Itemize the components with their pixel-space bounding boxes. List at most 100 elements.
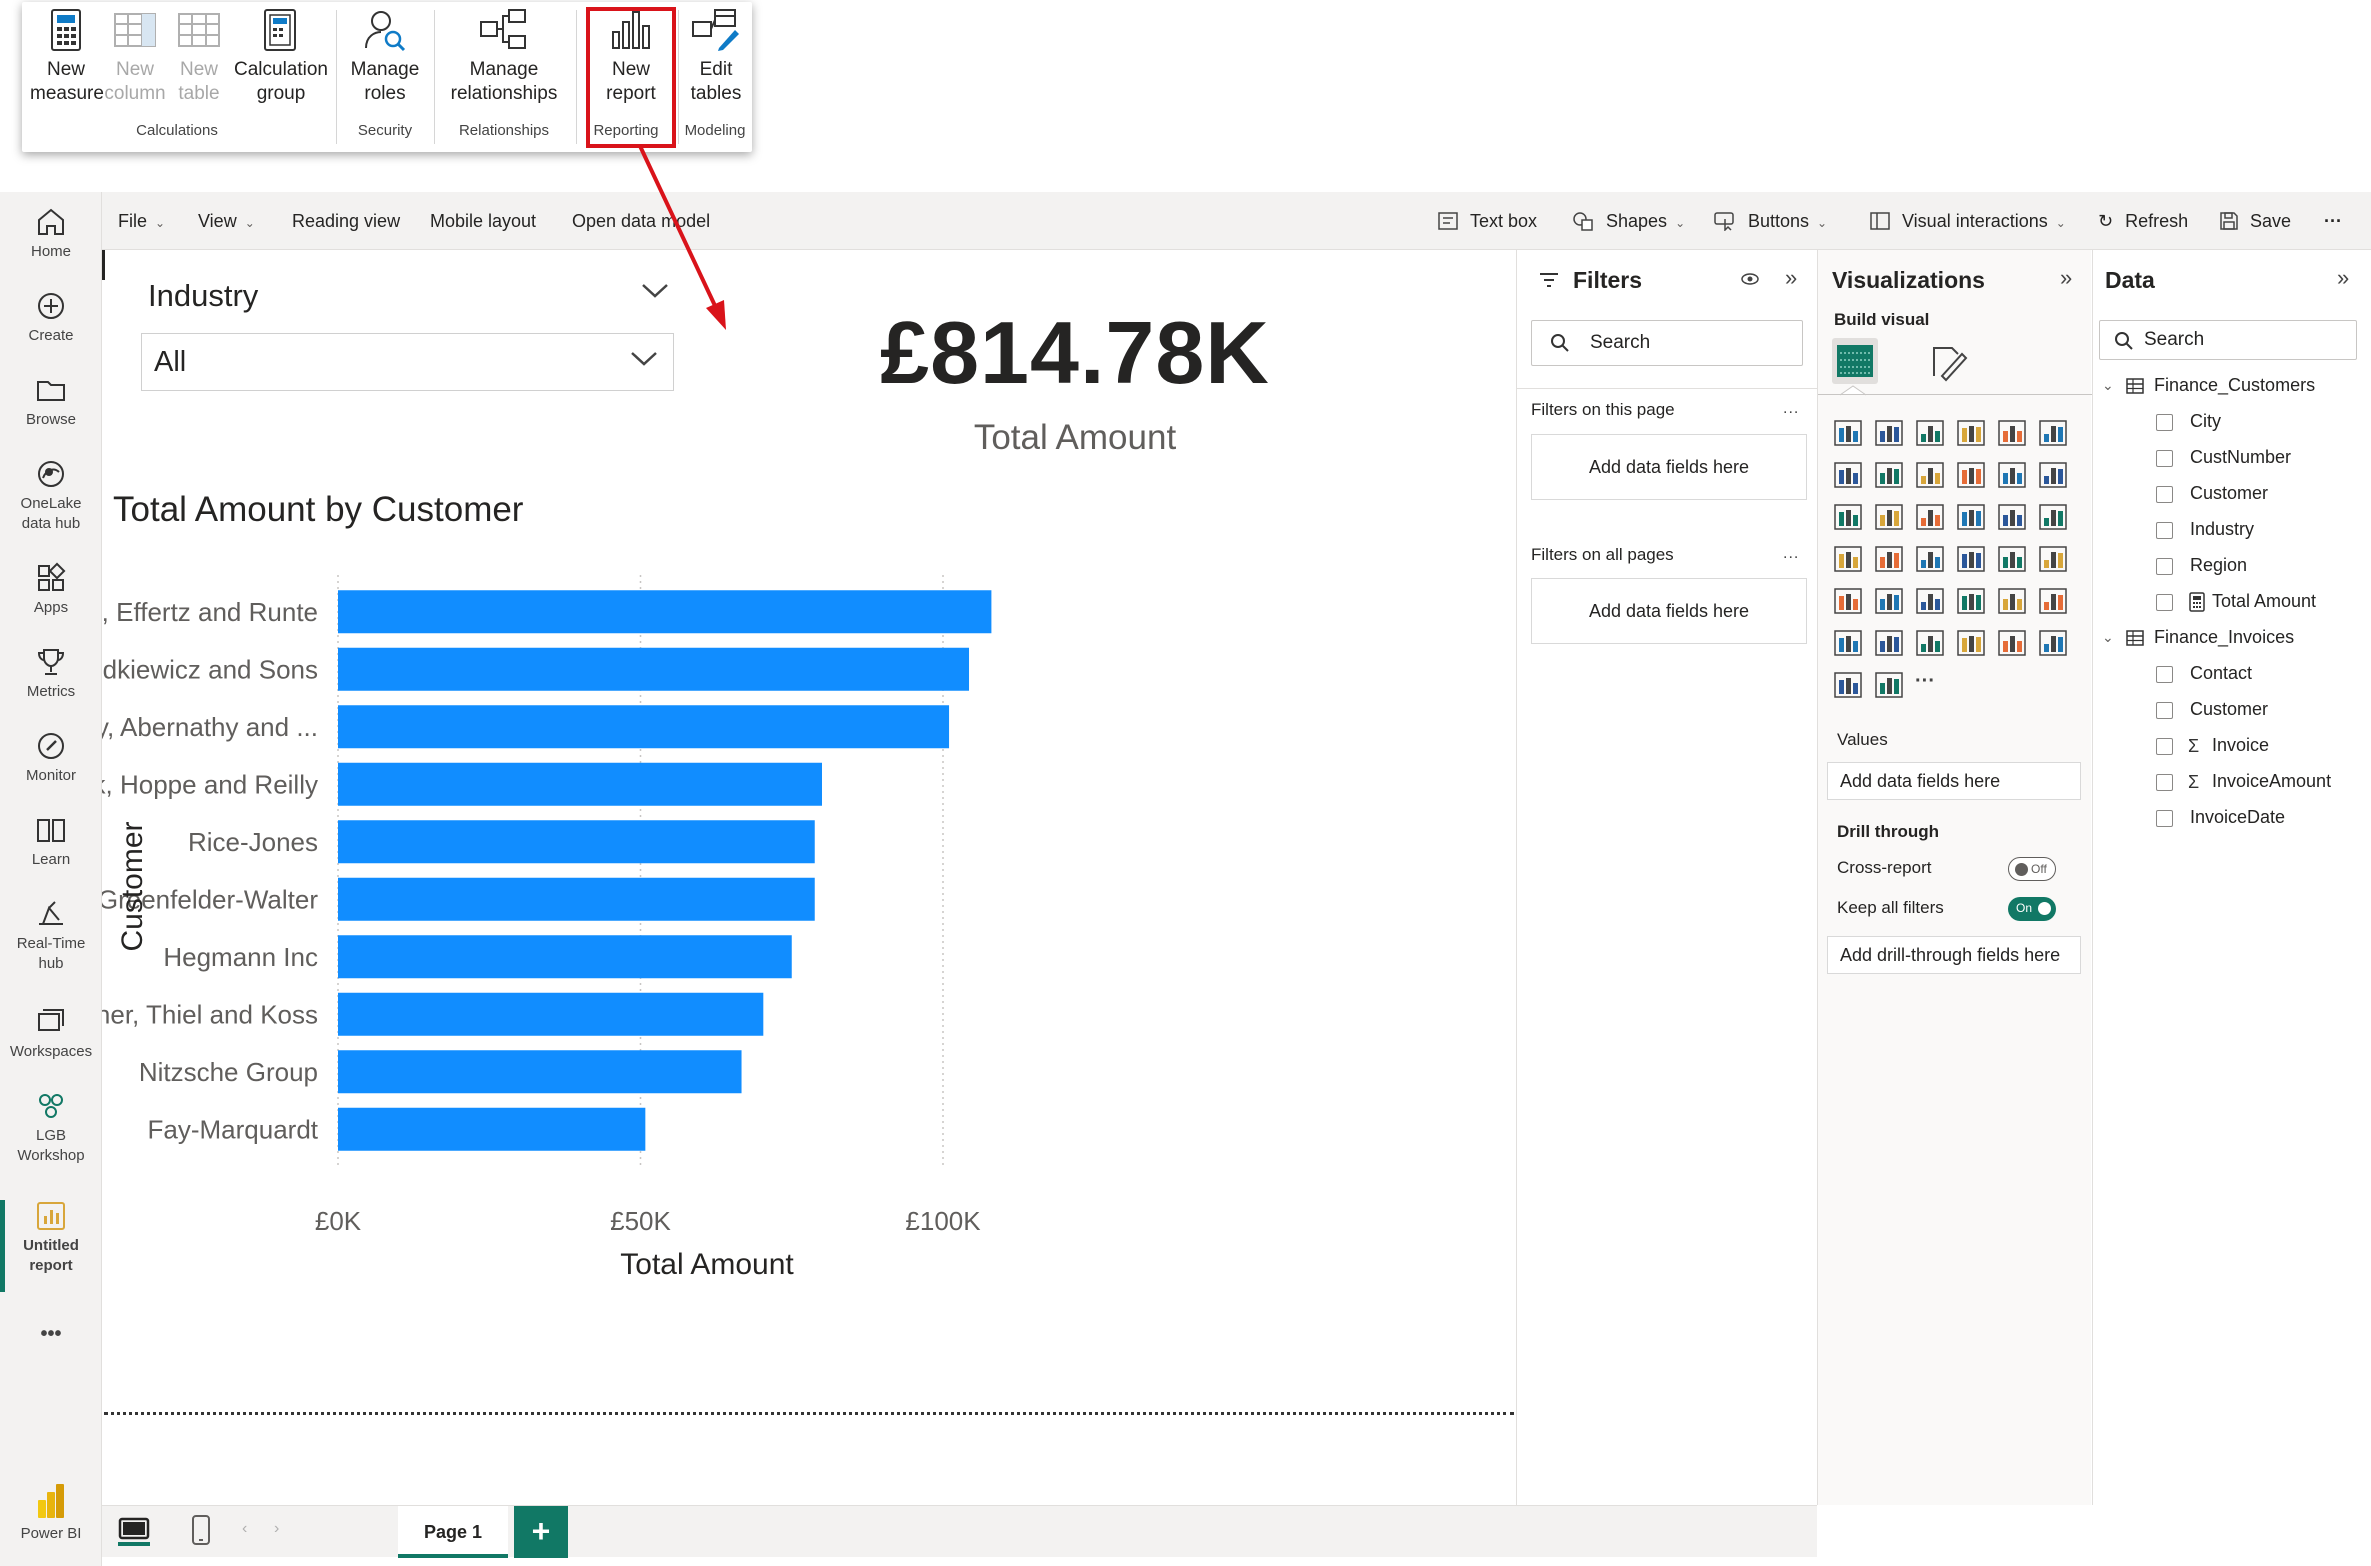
view-menu[interactable]: View ⌄ bbox=[198, 211, 255, 232]
rail-workspaces[interactable]: Workspaces bbox=[0, 1006, 102, 1062]
data-field-name[interactable]: Industry bbox=[2190, 519, 2254, 540]
ribbon-chart-icon[interactable] bbox=[1833, 502, 1863, 532]
narrative-icon[interactable] bbox=[1874, 670, 1904, 700]
scatter-chart-icon[interactable] bbox=[1956, 502, 1986, 532]
new-column-button[interactable]: New column bbox=[104, 8, 166, 106]
chevron-left-icon[interactable]: ‹ bbox=[242, 1520, 247, 1538]
clustered-bar-chart-icon[interactable] bbox=[1915, 418, 1945, 448]
map-icon[interactable] bbox=[1874, 544, 1904, 574]
rail-realtime[interactable]: Real-Time hub bbox=[0, 898, 102, 974]
field-checkbox[interactable] bbox=[2156, 774, 2173, 791]
rail-create[interactable]: Create bbox=[0, 290, 102, 346]
data-field-name[interactable]: Region bbox=[2190, 555, 2247, 576]
save-button[interactable]: Save bbox=[2220, 211, 2291, 232]
data-table-name[interactable]: Finance_Customers bbox=[2154, 375, 2315, 396]
file-menu[interactable]: File ⌄ bbox=[118, 211, 165, 232]
field-checkbox[interactable] bbox=[2156, 522, 2173, 539]
azure-map-icon[interactable] bbox=[1956, 544, 1986, 574]
data-field-name[interactable]: Customer bbox=[2190, 483, 2268, 504]
rail-untitled-report[interactable]: Untitled report bbox=[0, 1200, 102, 1276]
manage-relationships-button[interactable]: Manage relationships bbox=[436, 8, 572, 106]
rail-onelake[interactable]: OneLake data hub bbox=[0, 458, 102, 534]
bar[interactable] bbox=[338, 705, 950, 749]
data-field-name[interactable]: Contact bbox=[2190, 663, 2252, 684]
line-chart-icon[interactable] bbox=[1833, 460, 1863, 490]
manage-roles-button[interactable]: Manage roles bbox=[344, 8, 426, 106]
chevron-down-icon[interactable]: ⌄ bbox=[2102, 629, 2114, 646]
data-field-name[interactable]: Total Amount bbox=[2212, 591, 2316, 612]
rail-apps[interactable]: Apps bbox=[0, 562, 102, 618]
collapse-filters-icon[interactable]: » bbox=[1785, 265, 1797, 291]
collapse-data-icon[interactable]: » bbox=[2337, 265, 2349, 291]
bar[interactable] bbox=[338, 935, 792, 979]
table-icon[interactable] bbox=[1956, 586, 1986, 616]
edit-tables-button[interactable]: Edit tables bbox=[680, 8, 752, 106]
rail-lgb-workshop[interactable]: LGB Workshop bbox=[0, 1090, 102, 1166]
python-visual-icon[interactable] bbox=[2038, 628, 2068, 658]
visual-interactions-button[interactable]: Visual interactions ⌄ bbox=[1870, 211, 2066, 232]
rail-metrics[interactable]: Metrics bbox=[0, 646, 102, 702]
calculation-group-button[interactable]: Calculation group bbox=[232, 8, 330, 106]
values-add-fields-well[interactable]: Add data fields here bbox=[1827, 762, 2081, 800]
buttons-button[interactable]: Buttons ⌄ bbox=[1714, 211, 1827, 232]
field-checkbox[interactable] bbox=[2156, 558, 2173, 575]
data-table-name[interactable]: Finance_Invoices bbox=[2154, 627, 2294, 648]
refresh-button[interactable]: ↻ Refresh bbox=[2098, 211, 2188, 232]
new-measure-button[interactable]: New measure bbox=[30, 8, 104, 106]
data-field-name[interactable]: City bbox=[2190, 411, 2221, 432]
chevron-right-icon[interactable]: › bbox=[274, 1520, 279, 1538]
filters-search-input[interactable]: Search bbox=[1531, 320, 1803, 366]
clustered-column-chart-icon[interactable] bbox=[1956, 418, 1986, 448]
drill-through-fields-well[interactable]: Add drill-through fields here bbox=[1827, 936, 2081, 974]
card-icon[interactable] bbox=[2038, 544, 2068, 574]
field-checkbox[interactable] bbox=[2156, 666, 2173, 683]
r-visual-icon[interactable] bbox=[2038, 586, 2068, 616]
field-checkbox[interactable] bbox=[2156, 450, 2173, 467]
field-checkbox[interactable] bbox=[2156, 414, 2173, 431]
industry-slicer-dropdown[interactable]: All bbox=[141, 333, 674, 391]
bar[interactable] bbox=[338, 590, 992, 634]
waterfall-chart-icon[interactable] bbox=[1874, 502, 1904, 532]
eye-icon[interactable] bbox=[1741, 272, 1759, 286]
decomposition-tree-icon[interactable] bbox=[1833, 628, 1863, 658]
filters-all-more-button[interactable]: ... bbox=[1783, 545, 1799, 563]
100-stacked-bar-icon[interactable] bbox=[1997, 418, 2027, 448]
metrics-icon[interactable] bbox=[1956, 628, 1986, 658]
filters-page-more-button[interactable]: ... bbox=[1783, 400, 1799, 418]
power-automate-icon[interactable] bbox=[1833, 670, 1863, 700]
field-checkbox[interactable] bbox=[2156, 486, 2173, 503]
data-field-name[interactable]: Customer bbox=[2190, 699, 2268, 720]
add-page-button[interactable]: + bbox=[514, 1506, 568, 1558]
stacked-column-chart-icon[interactable] bbox=[1874, 418, 1904, 448]
rail-more-button[interactable]: ••• bbox=[0, 1324, 102, 1344]
area-chart-icon[interactable] bbox=[1874, 460, 1904, 490]
desktop-view-icon[interactable] bbox=[116, 1516, 152, 1548]
bar[interactable] bbox=[338, 877, 815, 921]
100-stacked-area-icon[interactable] bbox=[1956, 460, 1986, 490]
stacked-area-icon[interactable] bbox=[1915, 460, 1945, 490]
rail-monitor[interactable]: Monitor bbox=[0, 730, 102, 786]
keep-all-filters-toggle[interactable]: On bbox=[2008, 897, 2056, 921]
mobile-view-icon[interactable] bbox=[190, 1514, 212, 1548]
new-table-button[interactable]: New table bbox=[168, 8, 230, 106]
filters-page-add-fields-well[interactable]: Add data fields here bbox=[1531, 434, 1807, 500]
build-visual-tab[interactable] bbox=[1832, 338, 1878, 384]
multi-row-card-icon[interactable] bbox=[1833, 586, 1863, 616]
donut-chart-icon[interactable] bbox=[2038, 502, 2068, 532]
mobile-layout-button[interactable]: Mobile layout bbox=[430, 211, 536, 232]
stacked-bar-chart-icon[interactable] bbox=[1833, 418, 1863, 448]
chevron-down-icon[interactable]: ⌄ bbox=[2102, 377, 2114, 394]
bar[interactable] bbox=[338, 820, 815, 864]
bar[interactable] bbox=[338, 762, 822, 806]
bar[interactable] bbox=[338, 992, 764, 1036]
data-field-name[interactable]: InvoiceAmount bbox=[2212, 771, 2331, 792]
more-options-button[interactable]: ··· bbox=[2324, 211, 2342, 232]
line-column-chart-icon[interactable] bbox=[1997, 460, 2027, 490]
gauge-icon[interactable] bbox=[1997, 544, 2027, 574]
field-checkbox[interactable] bbox=[2156, 738, 2173, 755]
bar[interactable] bbox=[338, 647, 970, 691]
funnel-chart-icon[interactable] bbox=[1915, 502, 1945, 532]
power-apps-icon[interactable] bbox=[1997, 628, 2027, 658]
filled-map-icon[interactable] bbox=[1915, 544, 1945, 574]
collapse-visualizations-icon[interactable]: » bbox=[2060, 265, 2072, 291]
